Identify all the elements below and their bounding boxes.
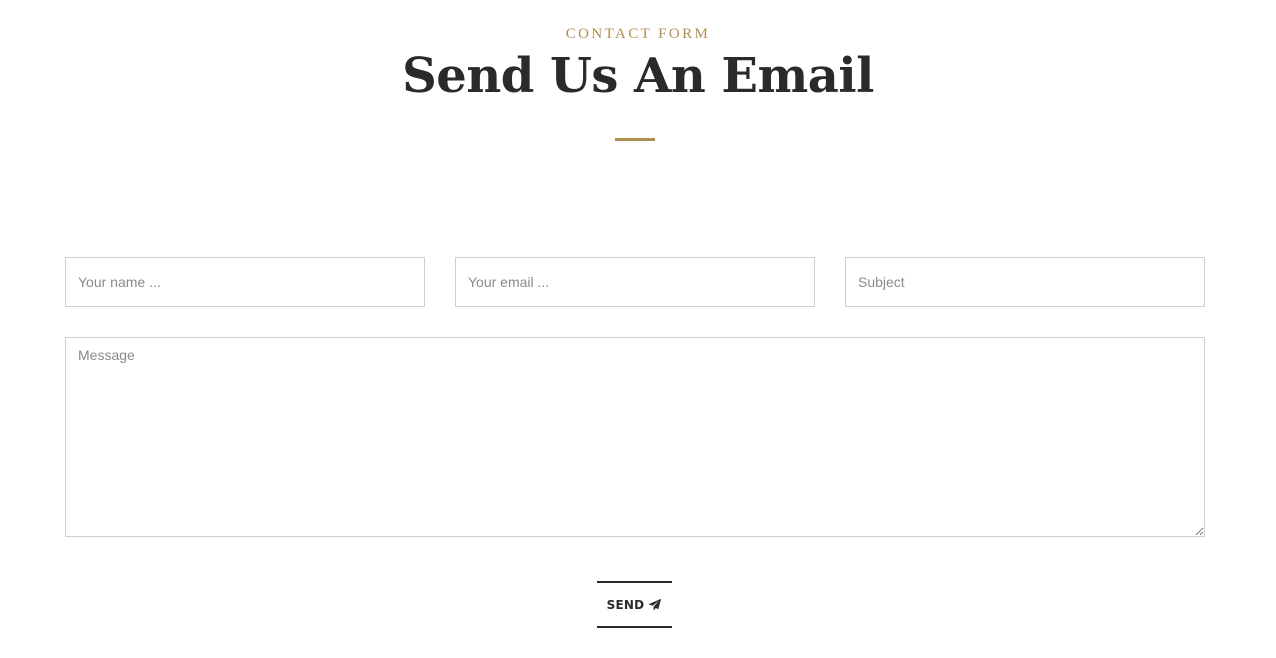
name-input[interactable] bbox=[65, 257, 425, 307]
subject-input[interactable] bbox=[845, 257, 1205, 307]
paper-plane-icon bbox=[648, 598, 662, 612]
send-button-label: SEND bbox=[606, 597, 645, 612]
email-input[interactable] bbox=[455, 257, 815, 307]
title-divider bbox=[615, 138, 655, 141]
page-title: Send Us An Email bbox=[402, 48, 874, 104]
message-textarea[interactable] bbox=[65, 337, 1205, 537]
section-eyebrow: CONTACT FORM bbox=[565, 26, 711, 42]
send-button[interactable]: SEND bbox=[597, 581, 672, 628]
